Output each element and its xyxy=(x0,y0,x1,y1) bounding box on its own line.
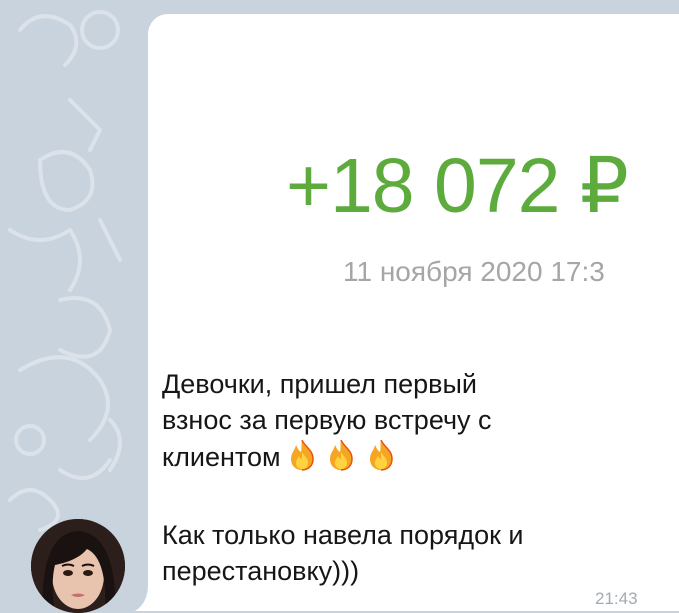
message-word: клиентом xyxy=(162,442,281,472)
message-line: перестановку))) xyxy=(162,556,360,586)
fire-icon xyxy=(290,439,314,471)
message-bubble: +18 072 ₽ 11 ноября 2020 17:3 Девочки, п… xyxy=(148,14,679,611)
bubble-tail xyxy=(135,584,155,611)
fire-icon xyxy=(330,439,353,471)
transfer-date: 11 ноября 2020 17:3 xyxy=(343,256,605,287)
transfer-amount: +18 072 ₽ xyxy=(286,143,629,229)
message-line: взнос за первую встречу с xyxy=(162,405,492,435)
avatar-portrait xyxy=(31,519,125,613)
message-time: 21:43 xyxy=(595,589,638,608)
sender-avatar[interactable] xyxy=(31,519,125,613)
fire-icon xyxy=(369,439,393,471)
message-line: Как только навела порядок и xyxy=(162,520,524,550)
message-text: Девочки, пришел первый взнос за первую в… xyxy=(162,366,672,589)
fire-emoji-group xyxy=(287,438,398,481)
message-line: Девочки, пришел первый xyxy=(162,369,477,399)
message-line: клиентом xyxy=(162,438,672,481)
